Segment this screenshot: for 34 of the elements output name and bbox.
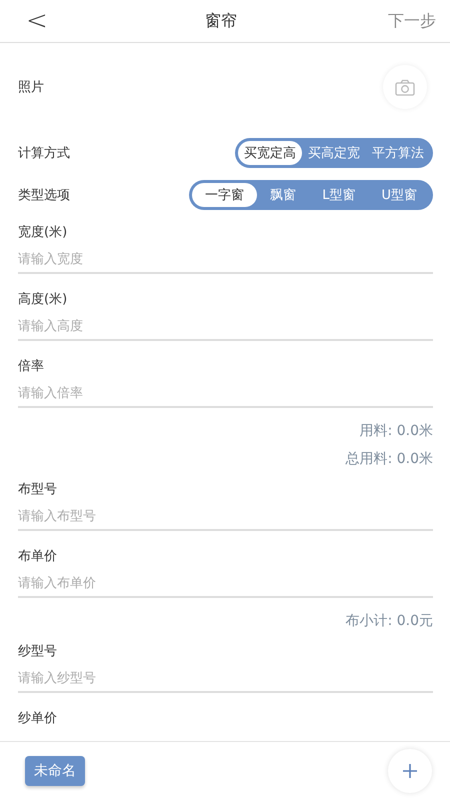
input-field[interactable]: 请输入高度 bbox=[18, 311, 433, 341]
field-label: 纱单价 bbox=[18, 710, 58, 728]
field-label: 类型选项 bbox=[18, 187, 70, 204]
field-label: 布型号 bbox=[18, 481, 58, 499]
segment-option[interactable]: 买高定宽 bbox=[302, 141, 366, 165]
field-label: 纱型号 bbox=[18, 643, 58, 661]
page-title: 窗帘 bbox=[204, 10, 237, 32]
add-button[interactable] bbox=[388, 749, 432, 793]
input-field[interactable]: 请输入纱型号 bbox=[18, 663, 433, 693]
next-step-button[interactable]: 下一步 bbox=[388, 10, 436, 32]
back-button[interactable]: < bbox=[20, 6, 54, 36]
summary-text: 用料: 0.0米 bbox=[360, 422, 433, 440]
camera-button[interactable] bbox=[383, 65, 427, 109]
segment-option[interactable]: 飘窗 bbox=[257, 183, 310, 207]
segment-option[interactable]: L型窗 bbox=[309, 183, 368, 207]
input-field[interactable]: 请输入宽度 bbox=[18, 244, 433, 274]
field-label: 计算方式 bbox=[18, 145, 70, 162]
field-label: 布单价 bbox=[18, 548, 58, 566]
segment-option[interactable]: U型窗 bbox=[368, 183, 430, 207]
field-label: 高度(米) bbox=[18, 291, 68, 309]
plus-icon bbox=[403, 764, 417, 778]
segment-option[interactable]: 买宽定高 bbox=[238, 141, 302, 165]
summary-text: 总用料: 0.0米 bbox=[346, 450, 433, 468]
field-label: 照片 bbox=[18, 79, 44, 96]
input-field[interactable]: 请输入布单价 bbox=[18, 568, 433, 598]
name-button[interactable]: 未命名 bbox=[25, 756, 85, 786]
segment-option[interactable]: 一字窗 bbox=[192, 183, 258, 207]
field-label: 宽度(米) bbox=[18, 224, 68, 242]
field-label: 倍率 bbox=[18, 358, 45, 376]
camera-icon bbox=[395, 78, 415, 96]
input-field[interactable]: 请输入倍率 bbox=[18, 378, 433, 408]
input-field[interactable]: 请输入布型号 bbox=[18, 501, 433, 531]
summary-text: 布小计: 0.0元 bbox=[346, 612, 433, 630]
segment-option[interactable]: 平方算法 bbox=[366, 141, 430, 165]
